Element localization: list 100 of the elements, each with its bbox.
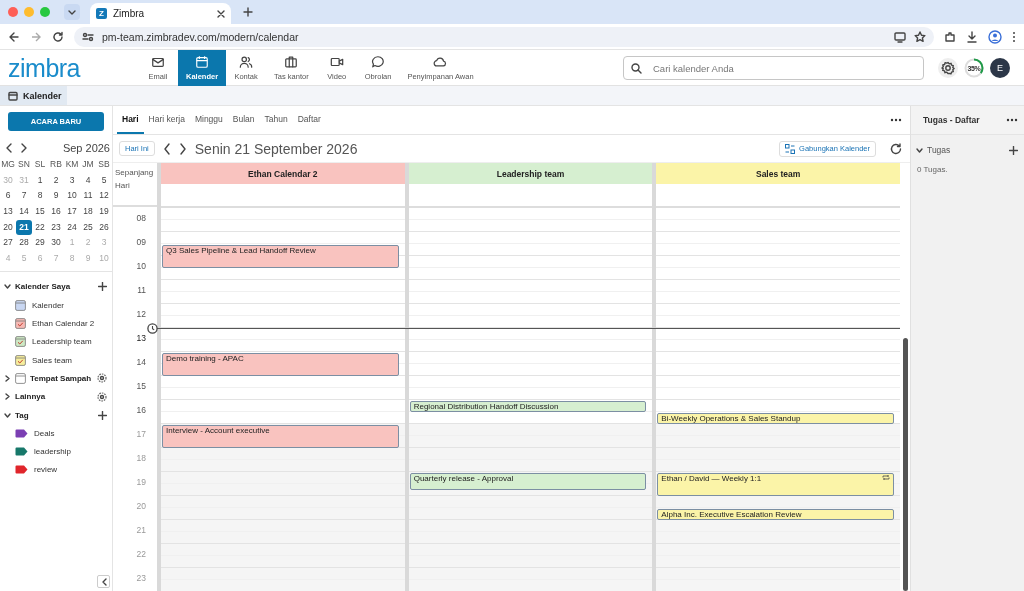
next-month-icon[interactable] (21, 143, 28, 153)
calendar-event[interactable]: Regional Distribution Handoff Discussion (409, 401, 647, 412)
calendar-day[interactable]: 19 (96, 204, 112, 220)
calendar-event[interactable]: Ethan / David — Weekly 1:1 (657, 473, 894, 496)
calendar-day[interactable]: 5 (96, 172, 112, 189)
calendar-day[interactable]: 7 (16, 188, 32, 205)
calendar-day[interactable]: 8 (32, 188, 48, 205)
calendar-event[interactable]: Quarterly release - Approval (409, 473, 647, 490)
task-count: 0 Tugas. (916, 165, 949, 174)
address-bar[interactable]: pm-team.zimbradev.com/modern/calendar (74, 26, 934, 47)
settings-icon[interactable] (97, 391, 107, 402)
calendar-day[interactable]: 14 (16, 204, 32, 220)
calendar-item[interactable]: Kalender (0, 296, 112, 315)
view-tab[interactable]: Hari (117, 106, 144, 134)
section-title[interactable]: Lainnya (15, 392, 93, 402)
browser-tab[interactable]: Z Zimbra (90, 3, 231, 24)
chevron-right-icon[interactable] (4, 393, 11, 401)
site-info-icon[interactable] (82, 30, 94, 43)
search-field[interactable]: Cari kalender Anda (623, 56, 924, 80)
view-tab[interactable]: Daftar (292, 106, 326, 134)
calendar-event[interactable]: Bi-Weekly Operations & Sales Standup (657, 413, 894, 424)
scrollbar-thumb[interactable] (903, 338, 908, 591)
settings-icon[interactable] (938, 58, 958, 78)
chevron-down-icon[interactable] (4, 283, 11, 291)
download-icon[interactable] (966, 30, 978, 43)
star-icon[interactable] (914, 30, 926, 43)
calendar-day[interactable]: 2 (48, 172, 64, 189)
calendar-checkbox-icon[interactable] (15, 336, 26, 348)
calendar-day[interactable]: 30 (48, 235, 64, 252)
calendar-day[interactable]: 21 (16, 219, 32, 236)
more-icon[interactable] (890, 118, 902, 122)
settings-icon[interactable] (97, 373, 107, 384)
view-tab[interactable]: Tahun (259, 106, 293, 134)
collapse-sidebar-button[interactable] (97, 575, 110, 588)
calendar-event[interactable]: Q3 Sales Pipeline & Lead Handoff Review (162, 245, 399, 268)
reload-icon[interactable] (52, 30, 64, 43)
calendar-event[interactable]: Interview - Account executive (162, 425, 399, 448)
back-icon[interactable] (8, 30, 20, 43)
calendar-day[interactable]: 20 (0, 219, 16, 236)
calendar-day[interactable]: 25 (80, 219, 96, 236)
calendar-day[interactable]: 29 (32, 235, 48, 252)
calendar-day[interactable]: 27 (0, 235, 16, 252)
install-app-icon[interactable] (894, 30, 906, 43)
tag-item[interactable]: Deals (0, 424, 112, 443)
calendar-checkbox-icon[interactable] (15, 318, 26, 330)
calendar-day[interactable]: 4 (80, 172, 96, 189)
add-icon[interactable] (1009, 145, 1018, 155)
calendar-item[interactable]: Leadership team (0, 332, 112, 351)
calendar-day[interactable]: 16 (48, 204, 64, 220)
add-icon[interactable] (98, 282, 107, 292)
calendar-checkbox-icon[interactable] (15, 354, 26, 366)
calendar-item[interactable]: Ethan Calendar 2 (0, 314, 112, 333)
previous-day-icon[interactable] (162, 142, 171, 155)
calendar-day[interactable]: 9 (48, 188, 64, 205)
calendar-day[interactable]: 13 (0, 204, 16, 220)
calendar-event[interactable]: Demo training - APAC (162, 353, 399, 376)
profile-icon[interactable] (988, 29, 1002, 44)
calendar-day[interactable]: 23 (48, 219, 64, 236)
next-day-icon[interactable] (178, 142, 187, 155)
section-title[interactable]: Tempat Sampah (30, 373, 93, 383)
calendar-day[interactable]: 22 (32, 219, 48, 236)
calendar-day[interactable]: 26 (96, 219, 112, 236)
more-icon[interactable] (1006, 118, 1018, 122)
section-title[interactable]: Tag (15, 410, 94, 420)
tag-item[interactable]: review (0, 460, 112, 480)
zimbra-logo: zimbra (8, 52, 82, 84)
section-title[interactable]: Tugas (927, 145, 1005, 155)
new-tab-icon[interactable] (243, 7, 253, 17)
calendar-day[interactable]: 3 (64, 172, 80, 189)
previous-month-icon[interactable] (5, 143, 12, 153)
calendar-item[interactable]: Sales team (0, 351, 112, 370)
refresh-icon[interactable] (890, 142, 902, 155)
calendar-day[interactable]: 18 (80, 204, 96, 220)
calendar-day[interactable]: 28 (16, 235, 32, 252)
app-tab[interactable]: Kalender (0, 86, 67, 105)
add-icon[interactable] (98, 410, 107, 420)
section-title[interactable]: Kalender Saya (15, 282, 94, 292)
close-icon[interactable] (217, 9, 225, 18)
tag-item[interactable]: leadership (0, 442, 112, 461)
chevron-right-icon[interactable] (4, 374, 11, 382)
calendar-day[interactable]: 1 (32, 172, 48, 189)
calendar-day[interactable]: 17 (64, 204, 80, 220)
view-tab[interactable]: Minggu (189, 106, 228, 134)
menu-icon[interactable] (1012, 30, 1016, 43)
view-tab[interactable]: Hari kerja (143, 106, 190, 134)
chevron-down-icon[interactable] (4, 411, 11, 419)
calendar-day[interactable]: 12 (96, 188, 112, 205)
tab-title: Zimbra (113, 8, 146, 19)
chevron-down-icon[interactable] (916, 146, 923, 154)
calendar-day[interactable]: 11 (80, 188, 96, 205)
user-avatar[interactable]: E (990, 58, 1010, 78)
view-tab[interactable]: Bulan (227, 106, 260, 134)
extensions-icon[interactable] (944, 30, 956, 43)
tab-list-icon[interactable] (64, 4, 80, 20)
calendar-event[interactable]: Alpha Inc. Executive Escalation Review (657, 509, 894, 520)
calendar-day[interactable]: 24 (64, 219, 80, 236)
calendar-day[interactable]: 10 (64, 188, 80, 205)
calendar-day[interactable]: 6 (0, 188, 16, 205)
calendar-checkbox-icon[interactable] (15, 299, 26, 311)
calendar-day[interactable]: 15 (32, 204, 48, 220)
